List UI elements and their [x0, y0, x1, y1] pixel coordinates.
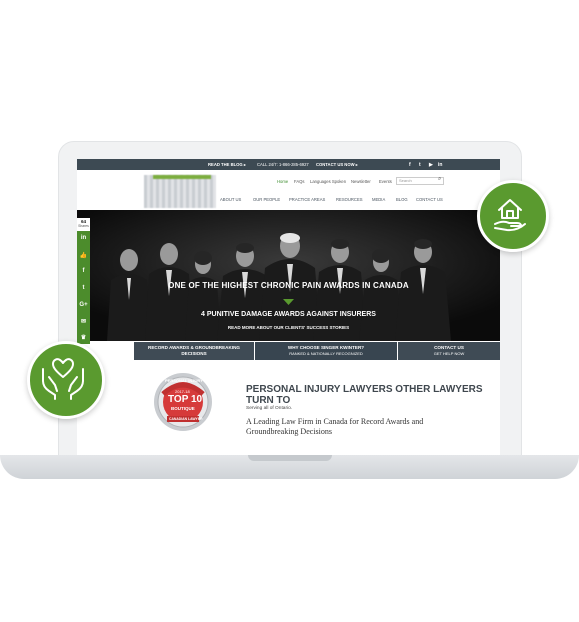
content-lead: A Leading Law Firm in Canada for Record …: [246, 417, 424, 436]
feature-title: RECORD AWARDS & GROUNDBREAKING: [148, 345, 240, 350]
badge-top10: TOP 10: [168, 394, 203, 405]
badge-boutique: BOUTIQUE: [171, 406, 195, 411]
badge-bottom: CANADIAN LAWYER: [169, 417, 203, 421]
read-blog-link[interactable]: READ THE BLOG ▸: [208, 162, 246, 167]
feature-bar: RECORD AWARDS & GROUNDBREAKING DECISIONS…: [134, 342, 500, 360]
util-link-newsletter[interactable]: Newsletter: [351, 179, 371, 184]
search-icon[interactable]: ⌕: [438, 176, 441, 183]
share-count-label: Shares: [78, 224, 89, 228]
feature-title: CONTACT US: [434, 345, 464, 350]
share-twitter-icon[interactable]: t: [77, 285, 90, 291]
share-linkedin-icon[interactable]: in: [77, 235, 90, 241]
feature-title: WHY CHOOSE SINGER KWINTER?: [287, 345, 365, 350]
nav-about-us[interactable]: ABOUT US: [220, 197, 241, 202]
house-hand-glyph: [494, 199, 526, 232]
share-googleplus-icon[interactable]: G+: [77, 302, 90, 308]
call-number[interactable]: CALL 24/7: 1-866-285-6927: [257, 162, 309, 167]
feature-record-awards[interactable]: RECORD AWARDS & GROUNDBREAKING DECISIONS: [134, 342, 254, 360]
share-like-icon[interactable]: 👍: [77, 252, 90, 259]
top-bar: READ THE BLOG ▸ CALL 24/7: 1-866-285-692…: [77, 159, 500, 170]
content-serving: Serving all of Ontario.: [246, 406, 293, 411]
hero-team-photo: [77, 210, 500, 341]
hero-subtitle: 4 PUNITIVE DAMAGE AWARDS AGAINST INSURER…: [201, 311, 376, 318]
util-link-languages[interactable]: Languages Spoken: [310, 179, 346, 184]
share-more-icon[interactable]: ♛: [77, 334, 90, 341]
util-link-events[interactable]: Events: [379, 179, 392, 184]
nav-resources[interactable]: RESOURCES: [336, 197, 363, 202]
util-link-home[interactable]: Home: [277, 179, 288, 184]
util-link-faqs[interactable]: FAQs: [294, 179, 304, 184]
logo[interactable]: [144, 175, 216, 208]
website-screen: READ THE BLOG ▸ CALL 24/7: 1-866-285-692…: [77, 159, 500, 455]
share-facebook-icon[interactable]: f: [77, 268, 90, 274]
facebook-icon[interactable]: f: [409, 162, 411, 168]
badge-top-text: PERSONAL INJURY: [165, 378, 203, 383]
logo-accent: [153, 175, 211, 179]
linkedin-icon[interactable]: in: [438, 162, 442, 168]
site-header: Home FAQs Languages Spoken Newsletter Ev…: [77, 170, 500, 208]
feature-sub: RANKED & NATIONALLY RECOGNIZED: [289, 351, 363, 356]
hero-title: ONE OF THE HIGHEST CHRONIC PAIN AWARDS I…: [168, 281, 409, 290]
contact-now-link[interactable]: CONTACT US NOW ▸: [316, 162, 358, 167]
heart-hands-glyph: [42, 358, 84, 400]
content-heading: PERSONAL INJURY LAWYERS OTHER LAWYERS TU…: [246, 384, 483, 406]
heart-hands-icon: [27, 341, 105, 419]
share-count: 64 Shares: [77, 218, 90, 231]
laptop-notch: [248, 455, 332, 461]
hero-read-more-link[interactable]: READ MORE ABOUT OUR CLIENTS' SUCCESS STO…: [77, 325, 500, 330]
feature-sub: GET HELP NOW: [433, 351, 465, 356]
feature-sub: DECISIONS: [181, 351, 207, 356]
feature-why-choose[interactable]: WHY CHOOSE SINGER KWINTER? RANKED & NATI…: [255, 342, 397, 360]
nav-blog[interactable]: BLOG: [396, 197, 408, 202]
youtube-icon[interactable]: ▶: [429, 162, 433, 168]
share-email-icon[interactable]: ✉: [77, 318, 90, 325]
twitter-icon[interactable]: t: [419, 162, 421, 168]
search-input[interactable]: Search: [396, 177, 444, 185]
nav-contact-us[interactable]: CONTACT US: [416, 197, 443, 202]
nav-media[interactable]: MEDIA: [372, 197, 385, 202]
house-hand-icon: [477, 180, 549, 252]
nav-our-people[interactable]: OUR PEOPLE: [253, 197, 280, 202]
hero-banner[interactable]: ONE OF THE HIGHEST CHRONIC PAIN AWARDS I…: [77, 210, 500, 341]
nav-practice-areas[interactable]: PRACTICE AREAS: [289, 197, 325, 202]
top10-badge: PERSONAL INJURY 2017-18 TOP 10 BOUTIQUE …: [153, 372, 213, 432]
content-heading-line1: PERSONAL INJURY LAWYERS OTHER LAWYERS: [246, 384, 483, 395]
feature-contact-us[interactable]: CONTACT US GET HELP NOW: [398, 342, 500, 360]
content-heading-line2: TURN TO: [246, 395, 291, 406]
